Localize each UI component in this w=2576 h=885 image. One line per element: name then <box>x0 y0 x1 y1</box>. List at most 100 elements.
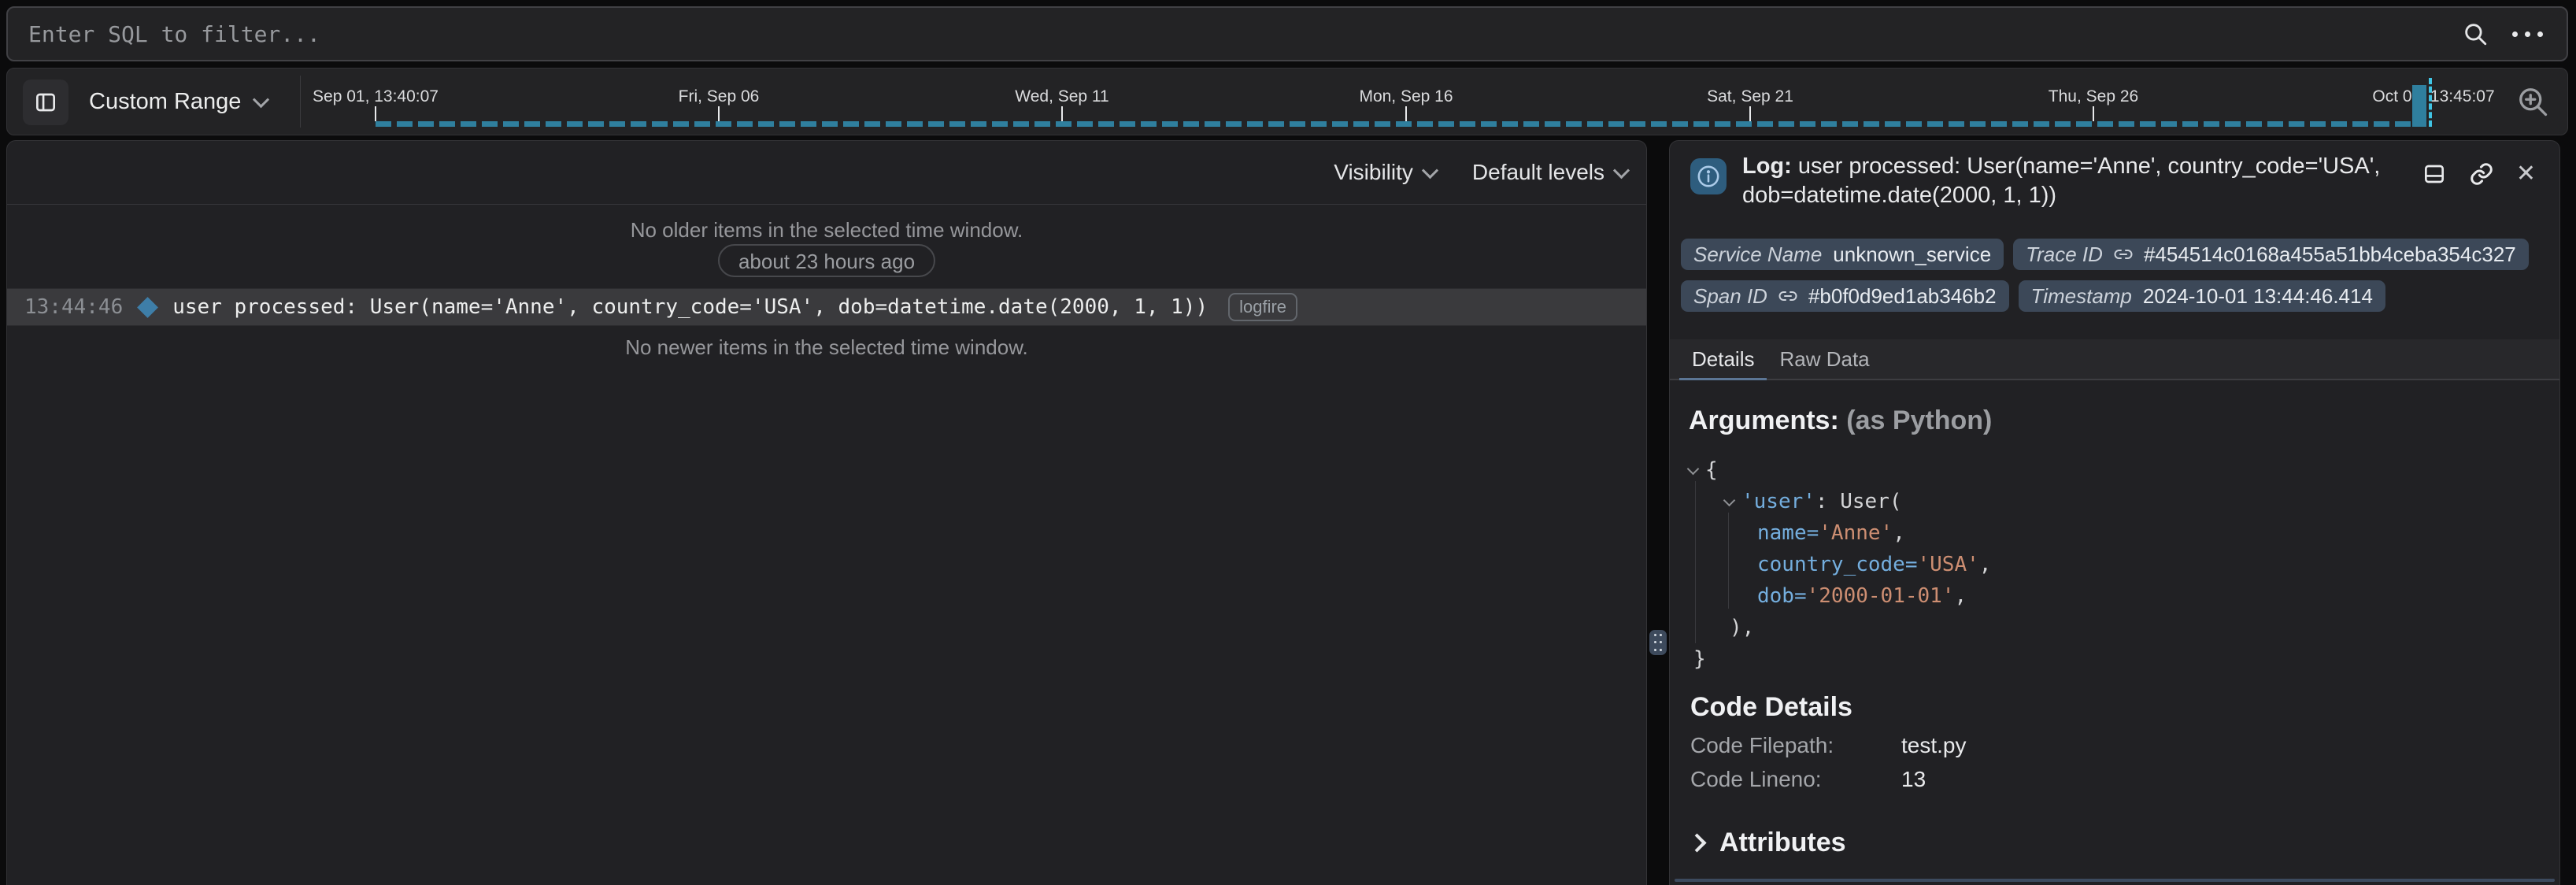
timeline-selection-cursor[interactable] <box>2429 78 2432 127</box>
sql-filter-bar <box>6 6 2568 61</box>
detail-title-message: user processed: User(name='Anne', countr… <box>1742 154 2380 208</box>
code-details-heading: Code Details <box>1690 692 1852 723</box>
overflow-menu-button[interactable] <box>2512 31 2543 37</box>
dock-panel-button[interactable] <box>2422 161 2447 187</box>
code-token: ), <box>1730 616 1754 639</box>
code-line: } <box>1689 643 1991 675</box>
timeline-tick-mark <box>2093 106 2094 121</box>
tab-details[interactable]: Details <box>1679 339 1767 379</box>
badge-service-name: Service Name unknown_service <box>1681 239 2004 270</box>
link-icon <box>2469 161 2494 187</box>
tab-raw-data[interactable]: Raw Data <box>1767 339 1882 379</box>
timeline-tick-mark <box>1405 106 1407 121</box>
code-line: 'user': User( <box>1689 486 1991 517</box>
log-list-toolbar: Visibility Default levels <box>7 141 1646 205</box>
code-token: 'Anne' <box>1819 521 1893 545</box>
timeline-chart[interactable]: Sep 01, 13:40:07Fri, Sep 06Wed, Sep 11Mo… <box>314 69 2498 135</box>
log-row-timestamp: 13:44:46 <box>24 295 123 319</box>
sidebar-toggle-button[interactable] <box>23 80 68 125</box>
badge-label: Timestamp <box>2031 284 2132 309</box>
timeline-tick-label: Fri, Sep 06 <box>679 87 760 106</box>
code-token: 'user' <box>1741 490 1815 513</box>
code-lineno-row: Code Lineno:13 <box>1690 767 1926 792</box>
chevron-right-icon <box>1687 833 1706 852</box>
timeline-tick-mark <box>718 106 720 121</box>
arguments-heading-label: Arguments: <box>1689 405 1839 435</box>
badge-label: Span ID <box>1693 284 1767 309</box>
dock-panel-icon <box>2422 161 2447 187</box>
code-token: , <box>1893 521 1905 545</box>
custom-range-dropdown[interactable]: Custom Range <box>89 69 267 135</box>
detail-badges: Service Name unknown_service Trace ID #4545… <box>1681 239 2529 312</box>
code-token: } <box>1693 647 1706 671</box>
zoom-in-button[interactable] <box>2515 84 2550 119</box>
arguments-code-block: {'user': User(name='Anne',country_code='… <box>1689 454 1991 675</box>
timeline-tick-label: Mon, Sep 16 <box>1359 87 1453 106</box>
code-lineno-label: Code Lineno: <box>1690 767 1901 792</box>
link-icon <box>1778 287 1797 305</box>
code-token: '2000-01-01' <box>1807 584 1955 608</box>
chevron-down-icon <box>1422 162 1438 179</box>
code-filepath-value: test.py <box>1901 733 1966 757</box>
visibility-label: Visibility <box>1334 160 1413 185</box>
badge-value: #b0f0d9ed1ab346b2 <box>1808 284 1997 309</box>
detail-title-label: Log: <box>1742 154 1792 179</box>
section-divider <box>1675 879 2555 882</box>
timeline-tick-label: Wed, Sep 11 <box>1015 87 1108 106</box>
panel-left-icon <box>33 90 58 115</box>
detail-panel: Log: user processed: User(name='Anne', c… <box>1669 140 2560 885</box>
code-line: { <box>1689 454 1991 486</box>
badge-value: unknown_service <box>1833 243 1991 267</box>
log-level-diamond-icon <box>137 297 158 318</box>
collapse-chevron-icon[interactable] <box>1687 463 1700 476</box>
code-filepath-label: Code Filepath: <box>1690 733 1901 758</box>
attributes-section-toggle[interactable]: Attributes <box>1690 828 1846 858</box>
visibility-dropdown[interactable]: Visibility <box>1334 160 1436 185</box>
code-token: { <box>1705 458 1718 482</box>
divider <box>300 76 301 128</box>
zoom-in-icon <box>2515 84 2550 119</box>
panel-resize-handle[interactable] <box>1649 630 1667 655</box>
badge-span-id[interactable]: Span ID #b0f0d9ed1ab346b2 <box>1681 280 2009 312</box>
code-token: 'USA' <box>1918 553 1979 576</box>
attributes-heading: Attributes <box>1719 828 1846 858</box>
badge-label: Service Name <box>1693 243 1822 267</box>
info-icon <box>1690 158 1727 194</box>
arguments-heading: Arguments: (as Python) <box>1689 405 1992 436</box>
code-token: , <box>1954 584 1967 608</box>
log-list-panel: Visibility Default levels No older items… <box>6 140 1647 885</box>
timeline-bar: Custom Range Sep 01, 13:40:07Fri, Sep 06… <box>6 68 2568 135</box>
code-lineno-value: 13 <box>1901 767 1926 791</box>
logfire-app: Custom Range Sep 01, 13:40:07Fri, Sep 06… <box>0 0 2576 885</box>
default-levels-dropdown[interactable]: Default levels <box>1472 160 1627 185</box>
collapse-chevron-icon[interactable] <box>1723 494 1736 507</box>
arguments-subheading: (as Python) <box>1846 405 1992 435</box>
code-line: country_code='USA', <box>1689 549 1991 580</box>
log-row-tag[interactable]: logfire <box>1228 293 1297 321</box>
link-icon <box>2114 245 2133 264</box>
badge-value: 2024-10-01 13:44:46.414 <box>2143 284 2373 309</box>
default-levels-label: Default levels <box>1472 160 1604 185</box>
timeline-tick-mark <box>1061 106 1063 121</box>
timeline-tick-label: Sat, Sep 21 <box>1707 87 1793 106</box>
code-token: country_code= <box>1757 553 1918 576</box>
code-line: name='Anne', <box>1689 517 1991 549</box>
code-token: : User( <box>1815 490 1902 513</box>
chevron-down-icon <box>253 91 269 108</box>
code-line: ), <box>1689 612 1991 643</box>
timeline-tick-label: Thu, Sep 26 <box>2049 87 2138 106</box>
search-icon[interactable] <box>2462 20 2489 47</box>
copy-link-button[interactable] <box>2469 161 2494 187</box>
code-token: dob= <box>1757 584 1807 608</box>
close-button[interactable]: ✕ <box>2516 162 2536 186</box>
custom-range-label: Custom Range <box>89 89 241 115</box>
log-row[interactable]: 13:44:46 user processed: User(name='Anne… <box>7 289 1646 325</box>
timeline-tick-label: Oct 01, 13:45:07 <box>2372 87 2494 106</box>
badge-trace-id[interactable]: Trace ID #454514c0168a455a51bb4ceba354c32… <box>2013 239 2529 270</box>
divider <box>7 325 1646 326</box>
sql-filter-input[interactable] <box>8 21 2462 47</box>
badge-label: Trace ID <box>2026 243 2103 267</box>
badge-timestamp: Timestamp 2024-10-01 13:44:46.414 <box>2019 280 2385 312</box>
badge-value: #454514c0168a455a51bb4ceba354c327 <box>2144 243 2516 267</box>
detail-title: Log: user processed: User(name='Anne', c… <box>1742 152 2451 210</box>
